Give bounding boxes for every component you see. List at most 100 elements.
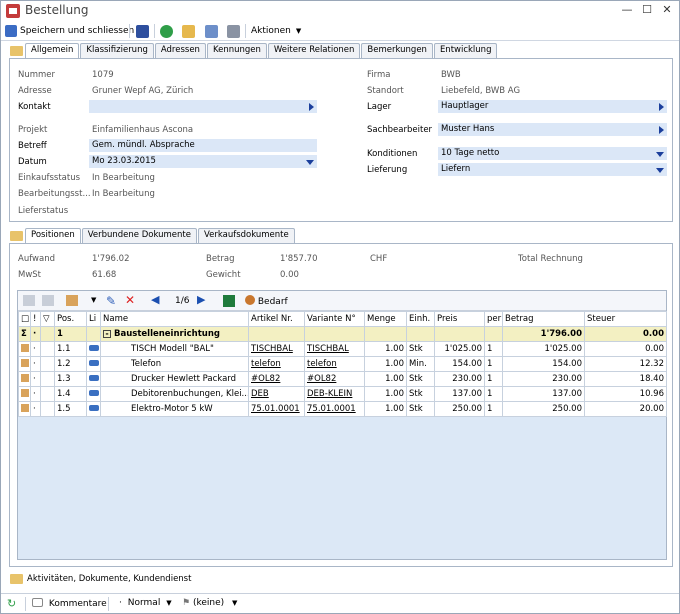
window-title: Bestellung	[25, 3, 89, 17]
table-row[interactable]: · 1.1 TISCH Modell "BAL" TISCHBAL TISCHB…	[18, 341, 667, 357]
chevron-down-icon	[306, 160, 314, 165]
box-icon[interactable]	[66, 295, 78, 306]
tab-adressen[interactable]: Adressen	[154, 43, 206, 58]
truck-icon	[89, 345, 99, 351]
forward-button[interactable]	[160, 23, 173, 39]
betreff-field[interactable]: Gem. mündl. Absprache	[89, 139, 317, 152]
redo-icon[interactable]	[42, 295, 54, 306]
lager-label: Lager	[367, 102, 392, 112]
delete-icon[interactable]: ✕	[125, 293, 135, 307]
tab-bemerkungen[interactable]: Bemerkungen	[361, 43, 433, 58]
group-row[interactable]: Σ · 1 - Baustelleneinrichtung 1'796.00 0.…	[18, 326, 667, 342]
box-icon	[21, 373, 29, 382]
truck-icon	[89, 390, 99, 396]
title-bar: Bestellung — ☐ ✕	[1, 1, 679, 21]
save-close-button[interactable]: Speichern und schliessen	[5, 23, 134, 39]
chevron-down-icon: ▼	[232, 599, 238, 607]
col-einh[interactable]: Einh.	[406, 311, 435, 327]
last-page-icon[interactable]: ▶	[197, 293, 205, 306]
app-icon	[6, 4, 20, 18]
kontakt-label: Kontakt	[18, 102, 51, 112]
bearbeitungsstatus-value: In Bearbeitung	[92, 189, 155, 199]
top-tabs: Allgemein Klassifizierung Adressen Kennu…	[25, 43, 498, 59]
arrow-right-icon	[659, 103, 664, 111]
datum-label: Datum	[18, 157, 47, 167]
doc-icon: □	[18, 311, 31, 327]
bedarf-button[interactable]: Bedarf	[245, 295, 288, 307]
chevron-down-icon[interactable]: ▼	[91, 296, 96, 304]
bottom-tabs: Positionen Verbundene Dokumente Verkaufs…	[25, 228, 296, 244]
general-panel: Nummer 1079 Adresse Gruner Wepf AG, Züri…	[9, 58, 673, 222]
sachbearbeiter-field[interactable]: Muster Hans	[438, 123, 667, 136]
col-steuer[interactable]: Steuer	[584, 311, 667, 327]
betreff-label: Betreff	[18, 141, 47, 151]
tab-verbundene-dokumente[interactable]: Verbundene Dokumente	[81, 228, 197, 243]
tab-allgemein[interactable]: Allgemein	[25, 43, 80, 59]
tab-verkaufsdokumente[interactable]: Verkaufsdokumente	[197, 228, 295, 243]
comment-icon	[32, 598, 43, 607]
flag-select[interactable]: ⚑ (keine) ▼	[182, 598, 237, 608]
undo-icon[interactable]	[23, 295, 35, 306]
actions-menu[interactable]: Aktionen ▼	[251, 23, 301, 39]
standort-value: Liebefeld, BWB AG	[441, 86, 521, 96]
gewicht-label: Gewicht	[206, 270, 241, 280]
minimize-icon[interactable]: —	[621, 3, 633, 16]
betrag-label: Betrag	[206, 254, 235, 264]
sachbearbeiter-label: Sachbearbeiter	[367, 125, 433, 135]
truck-icon	[89, 375, 99, 381]
table-header-row: □ ! ▽ Pos. Li Name Artikel Nr. Variante …	[18, 311, 667, 327]
excel-icon[interactable]	[223, 295, 235, 307]
tab-entwicklung[interactable]: Entwicklung	[433, 43, 498, 58]
kontakt-field[interactable]	[89, 100, 317, 113]
col-betrag[interactable]: Betrag	[502, 311, 585, 327]
col-variante[interactable]: Variante N°	[304, 311, 365, 327]
lager-field[interactable]: Hauptlager	[438, 100, 667, 113]
filter-icon[interactable]: ▽	[40, 311, 55, 327]
truck-icon	[89, 360, 99, 366]
activities-section[interactable]: Aktivitäten, Dokumente, Kundendienst	[27, 574, 191, 584]
tab-weitere-relationen[interactable]: Weitere Relationen	[267, 43, 361, 58]
box-icon	[21, 358, 29, 367]
save-button[interactable]	[136, 23, 149, 39]
datum-field[interactable]: Mo 23.03.2015	[89, 155, 317, 168]
einkaufsstatus-value: In Bearbeitung	[92, 173, 155, 183]
maximize-icon[interactable]: ☐	[641, 3, 653, 16]
table-row[interactable]: · 1.3 Drucker Hewlett Packard #OL82 #OL8…	[18, 371, 667, 387]
col-pos[interactable]: Pos.	[54, 311, 87, 327]
chevron-down-icon	[656, 168, 664, 173]
first-page-icon[interactable]: ◀	[151, 293, 159, 306]
lieferung-field[interactable]: Liefern	[438, 163, 667, 176]
tab-positionen[interactable]: Positionen	[25, 228, 81, 244]
positions-grid: ▼ ✎ ✕ ◀ 1/6 ▶ Bedarf □ ! ▽ Pos. Li Name …	[17, 290, 667, 560]
export-button[interactable]	[205, 23, 218, 39]
table-row[interactable]: · 1.4 Debitorenbuchungen, Klei... DEB DE…	[18, 386, 667, 402]
tab-klassifizierung[interactable]: Klassifizierung	[80, 43, 154, 58]
document-export-icon	[205, 24, 218, 38]
print-button[interactable]	[227, 23, 240, 39]
nummer-label: Nummer	[18, 70, 56, 80]
priority-select[interactable]: · Normal ▼	[119, 598, 172, 608]
positions-table: □ ! ▽ Pos. Li Name Artikel Nr. Variante …	[18, 311, 667, 417]
col-per[interactable]: per	[484, 311, 503, 327]
col-preis[interactable]: Preis	[434, 311, 485, 327]
close-icon[interactable]: ✕	[661, 3, 673, 16]
col-artikel[interactable]: Artikel Nr.	[248, 311, 305, 327]
box-icon	[21, 388, 29, 397]
table-row[interactable]: · 1.5 Elektro-Motor 5 kW 75.01.0001 75.0…	[18, 401, 667, 417]
firma-value: BWB	[441, 70, 461, 80]
konditionen-field[interactable]: 10 Tage netto	[438, 147, 667, 160]
col-menge[interactable]: Menge	[364, 311, 407, 327]
edit-pencil-icon[interactable]: ✎	[106, 294, 116, 308]
table-row[interactable]: · 1.2 Telefon telefon telefon 1.00 Min. …	[18, 356, 667, 372]
arrow-right-circle-icon	[160, 24, 173, 38]
refresh-icon[interactable]: ↻	[7, 597, 16, 610]
mail-button[interactable]	[182, 23, 195, 39]
col-name[interactable]: Name	[100, 311, 249, 327]
tab-kennungen[interactable]: Kennungen	[206, 43, 267, 58]
collapse-icon[interactable]: -	[103, 330, 111, 338]
kommentare-button[interactable]: Kommentare	[32, 598, 107, 609]
betrag-value: 1'857.70	[280, 254, 318, 264]
col-li[interactable]: Li	[86, 311, 101, 327]
status-bar: ↻ Kommentare · Normal ▼ ⚑ (keine) ▼	[1, 593, 679, 613]
pager-label: 1/6	[175, 296, 190, 306]
